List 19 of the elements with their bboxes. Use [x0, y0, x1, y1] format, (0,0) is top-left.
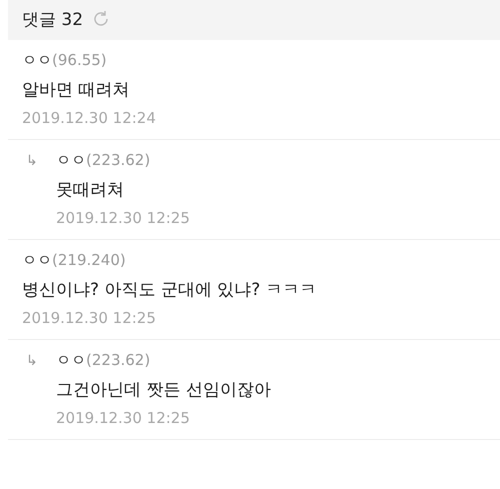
- author-ip: (219.240): [52, 251, 126, 270]
- author-name: ㅇㅇ: [22, 51, 52, 70]
- author-name: ㅇㅇ: [22, 251, 52, 270]
- author-ip: (223.62): [86, 351, 150, 370]
- comment-text: 알바면 때려쳐: [22, 79, 130, 101]
- reply-arrow: ↳: [25, 352, 39, 371]
- comment-date: 2019.12.30 12:25: [22, 309, 157, 327]
- author-name: ㅇㅇ: [56, 151, 86, 170]
- comment-text: 못때려쳐: [56, 179, 125, 201]
- author-name: ㅇㅇ: [56, 351, 86, 370]
- comment-date: 2019.12.30 12:25: [56, 409, 191, 427]
- author-ip: (96.55): [52, 51, 107, 70]
- comment-text: 그건아닌데 짯든 선임이잖아: [56, 379, 271, 401]
- comment-text: 병신이냐? 아직도 군대에 있냐? ㅋㅋㅋ: [22, 279, 317, 301]
- author-ip: (223.62): [86, 151, 150, 170]
- comment-count: 댓글 32: [22, 8, 84, 30]
- comment-date: 2019.12.30 12:25: [56, 209, 190, 227]
- comment-date: 2019.12.30 12:24: [22, 109, 156, 127]
- reply-arrow: ↳: [25, 152, 39, 171]
